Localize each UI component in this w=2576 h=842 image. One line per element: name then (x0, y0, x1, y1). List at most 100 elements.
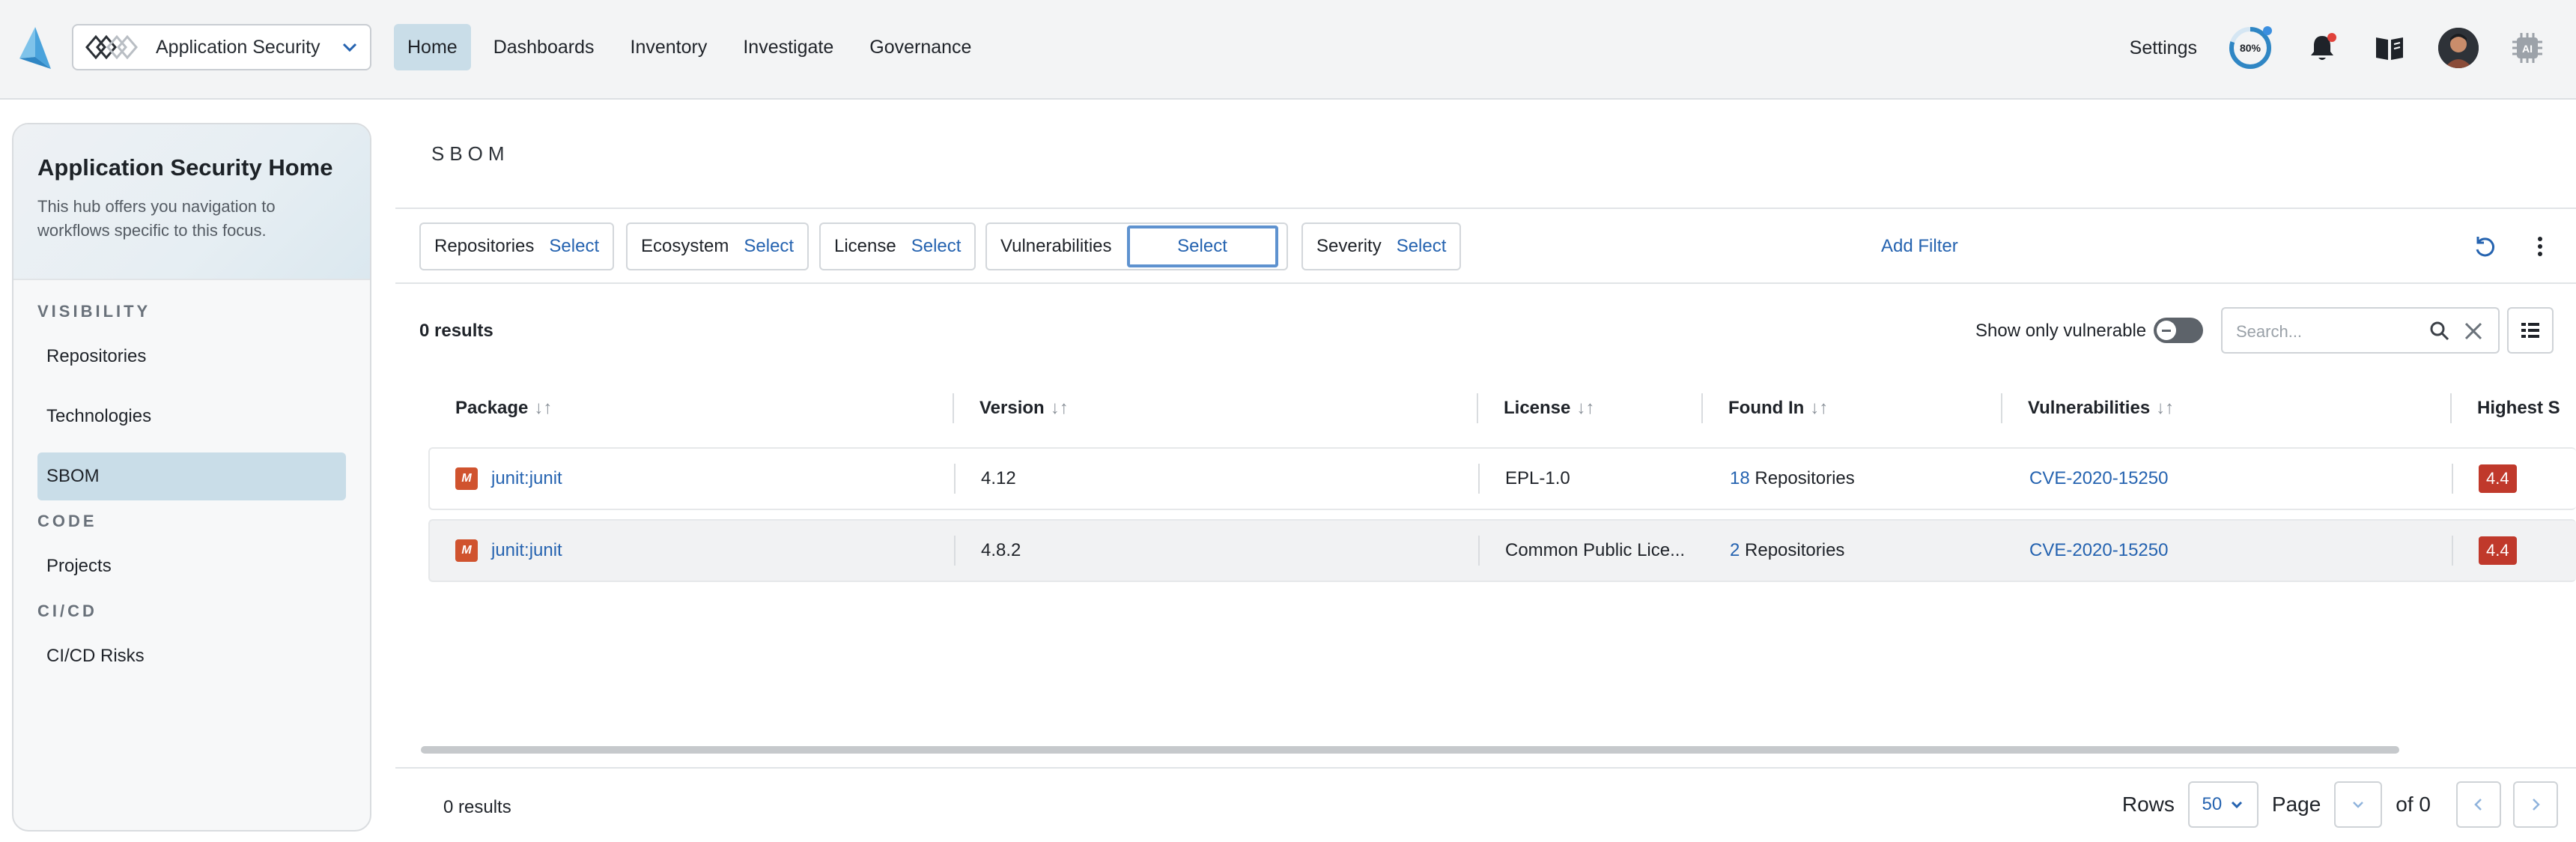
column-settings-button[interactable] (2507, 307, 2554, 354)
user-avatar[interactable] (2438, 28, 2479, 68)
column-divider[interactable] (2001, 393, 2002, 423)
severity-badge: 4.4 (2479, 464, 2517, 493)
filter-label: License (834, 236, 896, 256)
chevron-down-icon (2232, 801, 2243, 809)
rows-per-page-select[interactable]: 50 (2187, 781, 2258, 828)
license-cell: EPL-1.0 (1505, 468, 1570, 488)
sidebar-item-technologies[interactable]: Technologies (37, 393, 346, 440)
ai-assistant-button[interactable]: AI (2509, 29, 2546, 67)
column-label: Package (455, 398, 529, 418)
filter-severity[interactable]: Severity Select (1301, 222, 1462, 270)
column-divider[interactable] (2450, 393, 2452, 423)
nav-inventory[interactable]: Inventory (617, 24, 721, 70)
company-logo-icon[interactable] (16, 25, 54, 70)
columns-icon (2521, 323, 2539, 338)
nav-dashboards[interactable]: Dashboards (480, 24, 608, 70)
column-package[interactable]: Package ↓↑ (455, 386, 552, 431)
table-row[interactable]: M junit:junit 4.8.2 Common Public Lice..… (428, 519, 2576, 582)
filter-select[interactable]: Select (911, 236, 962, 257)
filter-repositories[interactable]: Repositories Select (419, 222, 615, 270)
page-number-select[interactable] (2334, 781, 2383, 828)
sidebar-description: This hub offers you navigation to workfl… (37, 197, 276, 240)
column-label: Found In (1728, 398, 1805, 418)
show-vulnerable-label: Show only vulnerable (1975, 321, 2147, 341)
vulnerability-cell: CVE-2020-15250 (2029, 449, 2168, 509)
package-cell: M junit:junit (455, 521, 562, 581)
column-highest-severity[interactable]: Highest S (2477, 386, 2560, 431)
nav-governance[interactable]: Governance (856, 24, 985, 70)
sidebar-item-projects[interactable]: Projects (37, 542, 346, 590)
sort-icon[interactable]: ↓↑ (2156, 398, 2174, 419)
table-header: Package ↓↑ Version ↓↑ License ↓↑ Found In ↓↑… (431, 386, 2576, 431)
found-in-suffix: Repositories (1755, 468, 1855, 488)
application-security-icon (85, 34, 138, 60)
cell-divider (954, 536, 956, 566)
onboarding-progress-ring[interactable]: 80% (2227, 25, 2273, 71)
filter-select[interactable]: Select (744, 236, 794, 257)
filter-select-focused[interactable]: Select (1126, 225, 1278, 267)
column-version[interactable]: Version ↓↑ (979, 386, 1069, 431)
cell-divider (2452, 536, 2453, 566)
book-icon (2376, 37, 2403, 60)
clear-search-icon[interactable] (2464, 321, 2483, 341)
column-divider[interactable] (1477, 393, 1478, 423)
column-vulnerabilities[interactable]: Vulnerabilities ↓↑ (2028, 386, 2174, 431)
nav-home[interactable]: Home (394, 24, 471, 70)
filter-bar: Repositories Select Ecosystem Select Lic… (395, 208, 2576, 284)
sort-icon[interactable]: ↓↑ (1051, 398, 1069, 419)
settings-link[interactable]: Settings (2130, 37, 2197, 59)
sort-icon[interactable]: ↓↑ (534, 398, 552, 419)
notifications-button[interactable] (2303, 29, 2341, 67)
more-options-icon[interactable] (2527, 233, 2554, 260)
sidebar-group-cicd: CI/CD (37, 602, 97, 620)
filter-select[interactable]: Select (549, 236, 599, 257)
show-vulnerable-toggle[interactable] (2154, 318, 2203, 343)
column-found-in[interactable]: Found In ↓↑ (1728, 386, 1828, 431)
docs-button[interactable] (2371, 29, 2408, 67)
filter-label: Vulnerabilities (1000, 236, 1112, 256)
column-license[interactable]: License ↓↑ (1504, 386, 1594, 431)
toggle-knob (2157, 321, 2176, 340)
horizontal-scrollbar[interactable] (421, 746, 2399, 754)
column-divider[interactable] (953, 393, 954, 423)
app-switcher-dropdown[interactable]: Application Security (72, 24, 371, 70)
chevron-left-icon (2474, 799, 2482, 811)
avatar-image (2438, 28, 2479, 68)
previous-page-button[interactable] (2456, 781, 2501, 828)
severity-badge: 4.4 (2479, 536, 2517, 565)
package-link[interactable]: junit:junit (491, 540, 562, 561)
column-divider[interactable] (1701, 393, 1703, 423)
sort-icon[interactable]: ↓↑ (1810, 398, 1828, 419)
vulnerability-cell: CVE-2020-15250 (2029, 521, 2168, 581)
add-filter-button[interactable]: Add Filter (1881, 236, 1958, 257)
chevron-down-icon (342, 43, 357, 52)
cell-divider (1478, 464, 1480, 494)
next-page-button[interactable] (2513, 781, 2558, 828)
filter-label: Ecosystem (641, 236, 729, 256)
filter-ecosystem[interactable]: Ecosystem Select (626, 222, 809, 270)
cell-divider (2452, 464, 2453, 494)
found-in-count-link[interactable]: 18 (1730, 468, 1750, 489)
page-title: SBOM (431, 142, 510, 165)
nav-investigate[interactable]: Investigate (729, 24, 847, 70)
sidebar-item-repositories[interactable]: Repositories (37, 333, 346, 381)
chevron-down-icon (2353, 802, 2364, 808)
sidebar-item-cicd-risks[interactable]: CI/CD Risks (37, 632, 346, 680)
found-in-cell: 18 Repositories (1730, 449, 1855, 509)
progress-percent: 80% (2239, 42, 2261, 54)
package-link[interactable]: junit:junit (491, 468, 562, 489)
search-input[interactable]: Search... (2221, 307, 2500, 354)
sidebar-title: Application Security Home (37, 154, 333, 181)
sort-icon[interactable]: ↓↑ (1576, 398, 1594, 419)
vulnerability-link[interactable]: CVE-2020-15250 (2029, 540, 2168, 561)
search-icon[interactable] (2429, 321, 2450, 342)
found-in-count-link[interactable]: 2 (1730, 540, 1740, 561)
table-row[interactable]: M junit:junit 4.12 EPL-1.0 18 Repositori… (428, 447, 2576, 510)
rows-label: Rows (2121, 793, 2175, 816)
sidebar-item-sbom[interactable]: SBOM (37, 452, 346, 500)
reset-filters-icon[interactable] (2471, 233, 2498, 260)
filter-vulnerabilities[interactable]: Vulnerabilities Select (985, 222, 1288, 270)
filter-license[interactable]: License Select (819, 222, 976, 270)
vulnerability-link[interactable]: CVE-2020-15250 (2029, 468, 2168, 489)
filter-select[interactable]: Select (1397, 236, 1447, 257)
